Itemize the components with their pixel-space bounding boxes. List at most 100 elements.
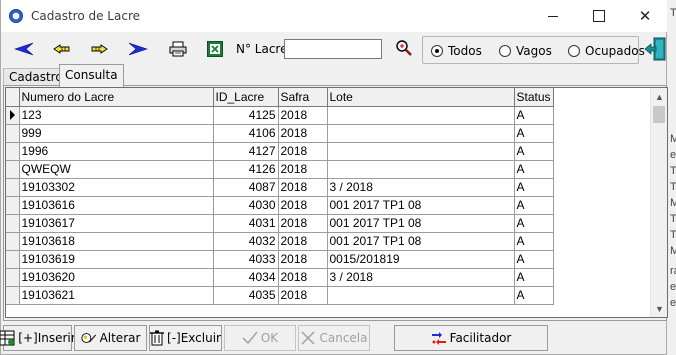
cell-safra[interactable]: 2018 bbox=[278, 286, 328, 305]
cell-id-lacre[interactable]: 4034 bbox=[213, 268, 279, 287]
cell-status[interactable]: A bbox=[514, 196, 554, 215]
close-button[interactable]: ✕ bbox=[622, 0, 668, 32]
table-row[interactable]: 19103621 4035 2018 A bbox=[6, 286, 554, 305]
cell-safra[interactable]: 2018 bbox=[278, 178, 328, 197]
cell-lote[interactable] bbox=[327, 142, 515, 161]
cell-lote[interactable]: 001 2017 TP1 08 bbox=[327, 232, 515, 251]
insert-button[interactable]: [+]Inserir bbox=[0, 325, 76, 351]
cell-id-lacre[interactable]: 4127 bbox=[213, 142, 279, 161]
cell-lote[interactable]: 3 / 2018 bbox=[327, 178, 515, 197]
cell-numero-lacre[interactable]: 19103617 bbox=[19, 214, 214, 233]
cell-id-lacre[interactable]: 4106 bbox=[213, 124, 279, 143]
excel-icon[interactable] bbox=[201, 36, 229, 62]
cell-id-lacre[interactable]: 4030 bbox=[213, 196, 279, 215]
column-header-numero-lacre[interactable]: Numero do Lacre bbox=[19, 88, 214, 107]
row-indicator[interactable] bbox=[6, 196, 20, 215]
cell-id-lacre[interactable]: 4035 bbox=[213, 286, 279, 305]
cell-lote[interactable]: 001 2017 TP1 08 bbox=[327, 196, 515, 215]
cell-status[interactable]: A bbox=[514, 142, 554, 161]
row-indicator[interactable] bbox=[6, 214, 20, 233]
cell-safra[interactable]: 2018 bbox=[278, 268, 328, 287]
cell-numero-lacre[interactable]: 19103619 bbox=[19, 250, 214, 269]
cell-id-lacre[interactable]: 4032 bbox=[213, 232, 279, 251]
cell-id-lacre[interactable]: 4033 bbox=[213, 250, 279, 269]
row-indicator[interactable] bbox=[6, 124, 20, 143]
cell-safra[interactable]: 2018 bbox=[278, 106, 328, 125]
cell-status[interactable]: A bbox=[514, 124, 554, 143]
cell-id-lacre[interactable]: 4031 bbox=[213, 214, 279, 233]
first-record-icon[interactable] bbox=[10, 36, 38, 62]
delete-button[interactable]: [-]Excluir bbox=[149, 325, 222, 351]
cell-safra[interactable]: 2018 bbox=[278, 232, 328, 251]
ok-button[interactable]: OK bbox=[224, 325, 296, 351]
table-row[interactable]: 19103618 4032 2018 001 2017 TP1 08 A bbox=[6, 232, 554, 251]
cell-numero-lacre[interactable]: 123 bbox=[19, 106, 214, 125]
row-indicator[interactable] bbox=[6, 178, 20, 197]
cell-lote[interactable] bbox=[327, 286, 515, 305]
cell-lote[interactable]: 0015/201819 bbox=[327, 250, 515, 269]
table-row[interactable]: 19103620 4034 2018 3 / 2018 A bbox=[6, 268, 554, 287]
tab-consulta[interactable]: Consulta bbox=[59, 64, 124, 87]
column-header-id-lacre[interactable]: ID_Lacre bbox=[213, 88, 279, 107]
maximize-button[interactable] bbox=[576, 0, 622, 32]
cell-numero-lacre[interactable]: 19103621 bbox=[19, 286, 214, 305]
cell-safra[interactable]: 2018 bbox=[278, 250, 328, 269]
radio-dot[interactable] bbox=[499, 45, 511, 57]
cell-status[interactable]: A bbox=[514, 178, 554, 197]
cell-numero-lacre[interactable]: 19103618 bbox=[19, 232, 214, 251]
row-indicator[interactable] bbox=[6, 250, 20, 269]
facilitator-button[interactable]: Facilitador bbox=[394, 325, 548, 351]
cell-status[interactable]: A bbox=[514, 250, 554, 269]
filter-todos-radio[interactable]: Todos bbox=[431, 44, 482, 58]
cell-lote[interactable]: 001 2017 TP1 08 bbox=[327, 214, 515, 233]
zoom-search-icon[interactable] bbox=[393, 37, 415, 59]
cell-numero-lacre[interactable]: QWEQW bbox=[19, 160, 214, 179]
cell-numero-lacre[interactable]: 999 bbox=[19, 124, 214, 143]
cell-numero-lacre[interactable]: 1996 bbox=[19, 142, 214, 161]
table-row[interactable]: 19103619 4033 2018 0015/201819 A bbox=[6, 250, 554, 269]
cell-status[interactable]: A bbox=[514, 106, 554, 125]
table-row[interactable]: 19103302 4087 2018 3 / 2018 A bbox=[6, 178, 554, 197]
cell-numero-lacre[interactable]: 19103620 bbox=[19, 268, 214, 287]
cell-status[interactable]: A bbox=[514, 160, 554, 179]
filter-ocupados-radio[interactable]: Ocupados bbox=[568, 44, 645, 58]
table-row[interactable]: 19103617 4031 2018 001 2017 TP1 08 A bbox=[6, 214, 554, 233]
row-indicator[interactable] bbox=[6, 232, 20, 251]
cell-numero-lacre[interactable]: 19103616 bbox=[19, 196, 214, 215]
cell-status[interactable]: A bbox=[514, 286, 554, 305]
minimize-button[interactable] bbox=[530, 0, 576, 32]
cell-safra[interactable]: 2018 bbox=[278, 214, 328, 233]
cancel-button[interactable]: Cancela bbox=[298, 325, 370, 351]
cell-status[interactable]: A bbox=[514, 214, 554, 233]
table-row[interactable]: QWEQW 4126 2018 A bbox=[6, 160, 554, 179]
scroll-up-arrow-icon[interactable]: ▲ bbox=[651, 88, 667, 105]
next-record-icon[interactable] bbox=[85, 36, 113, 62]
scrollbar-thumb[interactable] bbox=[653, 106, 665, 123]
table-row[interactable]: 1996 4127 2018 A bbox=[6, 142, 554, 161]
cell-lote[interactable] bbox=[327, 106, 515, 125]
cell-lote[interactable] bbox=[327, 124, 515, 143]
table-row[interactable]: 123 4125 2018 A bbox=[6, 106, 554, 125]
column-header-status[interactable]: Status bbox=[514, 88, 554, 107]
cell-status[interactable]: A bbox=[514, 232, 554, 251]
cell-status[interactable]: A bbox=[514, 268, 554, 287]
vertical-scrollbar[interactable]: ▲ ▼ bbox=[650, 88, 667, 317]
column-header-safra[interactable]: Safra bbox=[278, 88, 328, 107]
row-indicator[interactable] bbox=[6, 106, 20, 125]
last-record-icon[interactable] bbox=[124, 36, 152, 62]
cell-safra[interactable]: 2018 bbox=[278, 196, 328, 215]
lacre-search-input[interactable] bbox=[284, 39, 382, 59]
lacre-data-grid[interactable]: Numero do Lacre ID_Lacre Safra Lote Stat… bbox=[5, 87, 668, 318]
cell-numero-lacre[interactable]: 19103302 bbox=[19, 178, 214, 197]
cell-safra[interactable]: 2018 bbox=[278, 124, 328, 143]
filter-vagos-radio[interactable]: Vagos bbox=[499, 44, 552, 58]
exit-door-icon[interactable] bbox=[643, 36, 667, 62]
table-row[interactable]: 19103616 4030 2018 001 2017 TP1 08 A bbox=[6, 196, 554, 215]
previous-record-icon[interactable] bbox=[48, 36, 76, 62]
cell-id-lacre[interactable]: 4087 bbox=[213, 178, 279, 197]
column-header-lote[interactable]: Lote bbox=[327, 88, 515, 107]
row-indicator[interactable] bbox=[6, 268, 20, 287]
row-indicator[interactable] bbox=[6, 142, 20, 161]
edit-button[interactable]: Alterar bbox=[74, 325, 147, 351]
print-icon[interactable] bbox=[164, 36, 192, 62]
